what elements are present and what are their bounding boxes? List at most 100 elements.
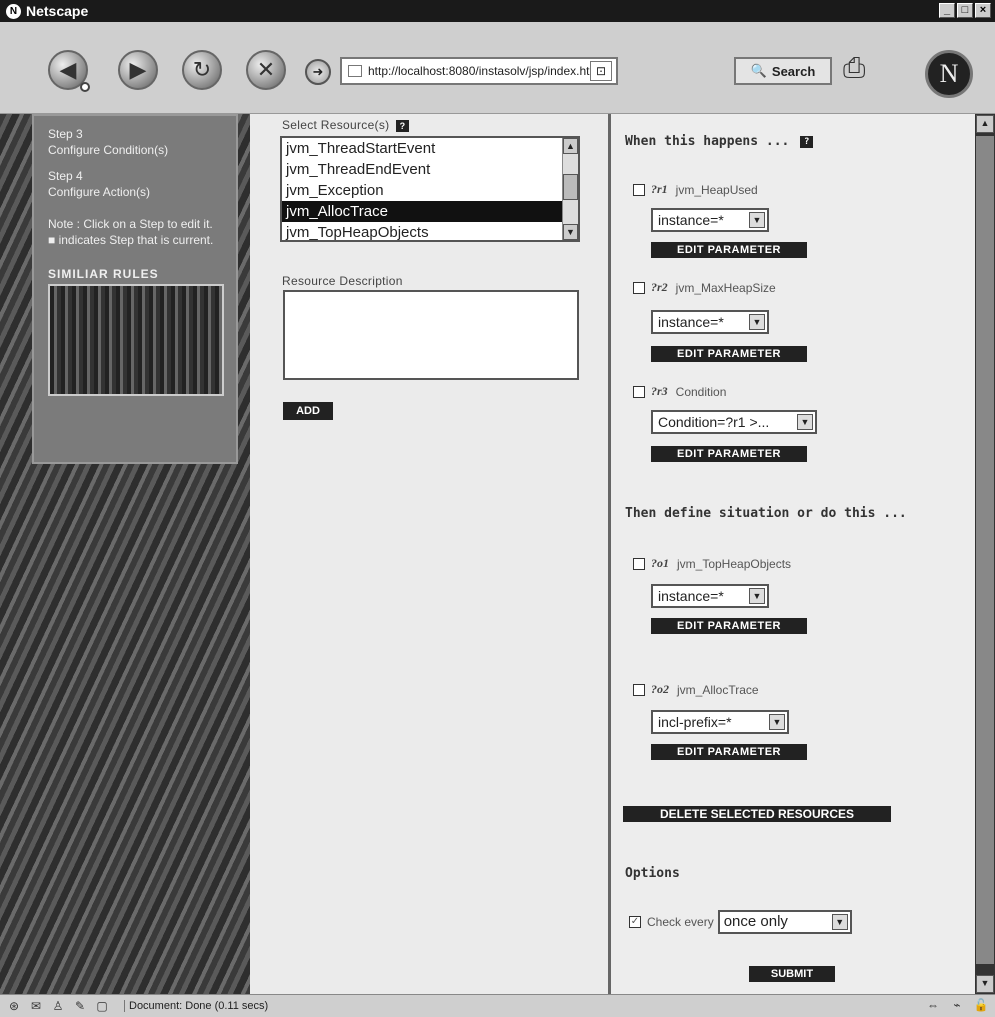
instance-select[interactable]: instance=* ▼ [651,208,769,232]
scroll-up-icon[interactable]: ▲ [563,138,578,154]
step-3-text: Configure Condition(s) [48,143,169,157]
steps-box: Step 3 Configure Condition(s) Step 4 Con… [32,114,238,464]
status-text: Document: Done (0.11 secs) [124,1000,268,1012]
edit-parameter-button[interactable]: EDIT PARAMETER [651,346,807,362]
help-icon[interactable]: ? [396,119,410,132]
url-bar[interactable]: http://localhost:8080/instasolv/jsp/inde… [340,57,618,85]
check-every-row: ✓ Check every once only ▼ [629,910,852,934]
left-nav-panel: Step 3 Configure Condition(s) Step 4 Con… [0,114,250,994]
select-value: once only [723,913,788,930]
back-button[interactable]: ◀ [48,50,90,92]
navigator-icon[interactable]: ⊛ [6,999,22,1013]
scroll-thumb[interactable] [563,174,578,200]
step-3[interactable]: Step 3 Configure Condition(s) [48,126,222,158]
resource-listbox[interactable]: jvm_ThreadStartEvent jvm_ThreadEndEvent … [280,136,580,242]
scroll-up-icon[interactable]: ▲ [976,115,994,133]
connection-icon: ⇔ [927,998,939,1012]
minimize-button[interactable]: _ [939,3,955,18]
resource-option[interactable]: jvm_Exception [282,180,566,201]
resource-id: ?r3 [651,384,668,398]
resource-name: jvm_MaxHeapSize [675,280,776,295]
close-button[interactable]: × [975,3,991,18]
resource-option[interactable]: jvm_TopHeapObjects [282,222,566,243]
page-icon [348,65,362,77]
check-every-select[interactable]: once only ▼ [717,910,852,934]
netscape-logo-icon: N [6,3,21,19]
url-input[interactable]: http://localhost:8080/instasolv/jsp/inde… [368,64,590,78]
bookmark-icon[interactable]: ⊡ [590,61,612,81]
select-value: instance=* [658,588,724,604]
resource-id: ?o2 [651,682,669,696]
chevron-down-icon[interactable]: ▼ [797,414,813,430]
condition-checkbox[interactable] [633,183,645,196]
condition-select[interactable]: Condition=?r1 >... ▼ [651,410,817,434]
chevron-down-icon[interactable]: ▼ [769,714,785,730]
chevron-down-icon[interactable]: ▼ [749,588,765,604]
resource-option[interactable]: jvm_ThreadStartEvent [282,138,566,159]
reload-icon: ↻ [192,57,212,82]
window-controls: _ □ × [939,3,991,18]
edit-parameter-button[interactable]: EDIT PARAMETER [651,618,807,634]
chevron-down-icon[interactable]: ▼ [749,314,765,330]
resource-id: ?r1 [651,182,668,196]
action-checkbox[interactable] [633,557,645,570]
mail-icon[interactable]: ✉ [28,999,44,1013]
action-row: ?o1 jvm_TopHeapObjects [633,556,791,571]
composer-icon[interactable]: ✎ [72,999,88,1013]
resource-id: ?o1 [651,556,669,570]
chevron-down-icon[interactable]: ▼ [749,212,765,228]
action-checkbox[interactable] [633,683,645,696]
submit-button[interactable]: SUBMIT [749,966,835,982]
edit-parameter-button[interactable]: EDIT PARAMETER [651,446,807,462]
resource-name: Condition [675,384,727,399]
scroll-down-icon[interactable]: ▼ [563,224,578,240]
print-icon[interactable]: ⎙ [843,52,883,90]
step-4-text: Configure Action(s) [48,185,151,199]
condition-checkbox[interactable] [633,281,645,294]
step-note: Note : Click on a Step to edit it. ■ ind… [48,217,214,247]
prefix-select[interactable]: incl-prefix=* ▼ [651,710,789,734]
instance-select[interactable]: instance=* ▼ [651,584,769,608]
search-button[interactable]: 🔍 Search [734,57,832,85]
chevron-down-icon[interactable]: ▼ [831,914,848,930]
search-button-label: Search [771,63,816,79]
condition-checkbox[interactable] [633,385,645,398]
scroll-thumb[interactable] [976,136,994,964]
instance-select[interactable]: instance=* ▼ [651,310,769,334]
people-icon[interactable]: ♙ [50,999,66,1013]
document-icon[interactable]: ▢ [94,999,110,1013]
maximize-button[interactable]: □ [957,3,973,18]
security-lock-icon[interactable]: 🔓 [973,998,989,1012]
select-value: Condition=?r1 >... [658,414,770,430]
similar-rules-title: SIMILIAR RULES [48,267,159,281]
select-resources-text: Select Resource(s) [282,118,390,132]
forward-button[interactable]: ▶ [118,50,158,90]
rule-panel: When this happens ... ? ?r1 jvm_HeapUsed… [608,114,975,994]
edit-parameter-button[interactable]: EDIT PARAMETER [651,242,807,258]
reload-button[interactable]: ↻ [182,50,222,90]
help-icon[interactable]: ? [800,135,814,148]
back-dropdown-icon[interactable] [80,82,90,92]
add-button[interactable]: ADD [283,402,333,420]
step-4[interactable]: Step 4 Configure Action(s) [48,168,222,200]
forward-arrow-icon: ▶ [129,57,147,82]
actions-title: Then define situation or do this ... [625,506,907,521]
page-scrollbar[interactable]: ▲ ▼ [975,114,995,994]
listbox-scrollbar[interactable]: ▲ ▼ [562,138,578,240]
netscape-throbber-icon[interactable]: N [925,50,973,98]
resource-option-selected[interactable]: jvm_AllocTrace [282,201,566,222]
conditions-title: When this happens ... ? [625,134,814,149]
offline-icon[interactable]: ⌁ [949,998,965,1012]
resource-description-textarea[interactable] [283,290,579,380]
check-every-checkbox[interactable]: ✓ [629,916,641,928]
stop-button[interactable]: ✕ [246,50,286,90]
resource-option[interactable]: jvm_ThreadEndEvent [282,159,566,180]
options-title: Options [625,866,680,881]
scroll-down-icon[interactable]: ▼ [976,975,994,993]
navigation-toolbar: ◀ ▶ ↻ ✕ ➜ http://localhost:8080/instasol… [0,22,995,114]
edit-parameter-button[interactable]: EDIT PARAMETER [651,744,807,760]
delete-selected-resources-button[interactable]: DELETE SELECTED RESOURCES [623,806,891,822]
status-right-icons: ⇔ ⌁ 🔓 [925,998,989,1012]
go-button[interactable]: ➜ [305,59,331,85]
page-content: Step 3 Configure Condition(s) Step 4 Con… [0,114,975,994]
